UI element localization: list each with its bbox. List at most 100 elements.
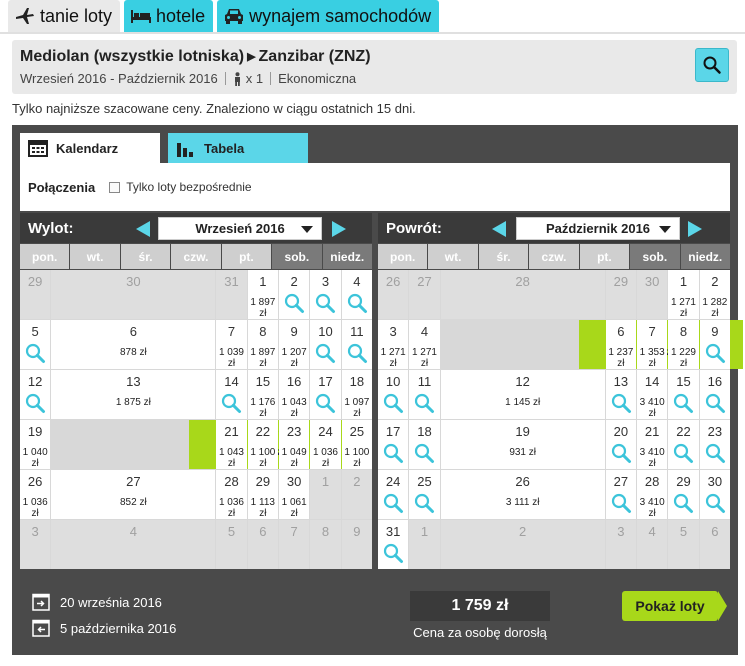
calendar-day[interactable]: 9 1 207 zł [279,320,310,369]
search-price-icon[interactable] [382,492,404,514]
calendar-day[interactable]: 14 3 410 zł [637,370,668,419]
departure-month-select[interactable]: Wrzesień 2016 [158,217,322,240]
calendar-day[interactable]: 12 [20,370,51,419]
calendar-day[interactable]: 23 1 049 zł [279,420,310,469]
calendar-day[interactable]: 26 1 036 zł [20,470,51,519]
direct-only-checkbox[interactable] [109,181,121,193]
calendar-day[interactable]: 8 1 229 zł [668,320,699,369]
search-button[interactable] [695,48,729,82]
search-price-icon[interactable] [24,392,46,414]
direct-only-label[interactable]: Tylko loty bezpośrednie [126,180,251,194]
calendar-day[interactable]: 21 3 410 zł [637,420,668,469]
calendar-day[interactable]: 25 [409,470,440,519]
search-price-icon[interactable] [704,342,726,364]
calendar-day[interactable]: 14 [216,370,247,419]
search-price-icon[interactable] [314,342,336,364]
calendar-day[interactable]: 28 3 410 zł [637,470,668,519]
calendar-day[interactable]: 1 1 897 zł [247,270,278,319]
calendar-day[interactable]: 17 [310,370,341,419]
tab-calendar[interactable]: Kalendarz [20,133,160,163]
search-price-icon[interactable] [413,492,435,514]
search-price-icon[interactable] [346,292,368,314]
search-price-icon[interactable] [672,392,694,414]
search-price-icon[interactable] [672,492,694,514]
search-price-icon[interactable] [314,292,336,314]
calendar-day[interactable]: 16 1 043 zł [279,370,310,419]
calendar-day[interactable]: 2 1 282 zł [699,270,730,319]
search-price-icon[interactable] [704,492,726,514]
calendar-day[interactable]: 25 1 100 zł [341,420,372,469]
calendar-day[interactable]: 3 [310,270,341,319]
calendar-day[interactable]: 5 [20,320,51,369]
calendar-day[interactable]: 31 [378,520,409,569]
calendar-day[interactable]: 26 3 111 zł [440,470,605,519]
calendar-day[interactable]: 13 1 875 zł [51,370,216,419]
calendar-day[interactable]: 7 1 353 zł [637,320,668,369]
calendar-day[interactable]: 19 1 040 zł [20,420,51,469]
show-flights-button[interactable]: Pokaż loty [622,591,727,621]
tab-flights[interactable]: tanie loty [8,0,121,32]
search-price-icon[interactable] [610,442,632,464]
calendar-day[interactable]: 10 [378,370,409,419]
next-month-arrow-icon[interactable] [332,221,346,237]
calendar-day[interactable]: 19 931 zł [440,420,605,469]
calendar-day[interactable]: 30 1 061 zł [279,470,310,519]
calendar-day[interactable]: 22 [668,420,699,469]
search-price-icon[interactable] [314,392,336,414]
calendar-day[interactable]: 6 878 zł [51,320,216,369]
calendar-day[interactable]: 13 [605,370,636,419]
search-price-icon[interactable] [346,342,368,364]
next-month-arrow-icon[interactable] [688,221,702,237]
calendar-day[interactable]: 18 [409,420,440,469]
calendar-day[interactable]: 22 1 100 zł [247,420,278,469]
search-price-icon[interactable] [382,442,404,464]
route[interactable]: Mediolan (wszystkie lotniska) ▶ Zanzibar (… [20,48,371,66]
calendar-day[interactable]: 12 1 145 zł [440,370,605,419]
search-price-icon[interactable] [672,442,694,464]
return-month-select[interactable]: Październik 2016 [516,217,680,240]
tab-hotels[interactable]: hotele [124,0,214,32]
calendar-day[interactable]: 17 [378,420,409,469]
calendar-day[interactable]: 15 [668,370,699,419]
search-price-icon[interactable] [413,442,435,464]
calendar-day[interactable]: 24 1 036 zł [310,420,341,469]
calendar-day[interactable]: 4 [341,270,372,319]
calendar-day[interactable]: 2 [279,270,310,319]
calendar-day[interactable]: 3 1 271 zł [378,320,409,369]
calendar-day[interactable]: 1 1 271 zł [668,270,699,319]
calendar-day[interactable]: 27 [605,470,636,519]
calendar-day[interactable]: 15 1 176 zł [247,370,278,419]
calendar-day[interactable]: 10 [310,320,341,369]
calendar-day[interactable]: 16 [699,370,730,419]
tab-table[interactable]: Tabela [168,133,308,163]
search-price-icon[interactable] [220,392,242,414]
search-price-icon[interactable] [382,542,404,564]
calendar-day[interactable]: 23 [699,420,730,469]
calendar-day[interactable]: 29 [668,470,699,519]
prev-month-arrow-icon[interactable] [492,221,506,237]
calendar-day[interactable]: 7 1 039 zł [216,320,247,369]
calendar-day[interactable]: 27 852 zł [51,470,216,519]
search-price-icon[interactable] [382,392,404,414]
prev-month-arrow-icon[interactable] [136,221,150,237]
calendar-day[interactable]: 30 [699,470,730,519]
calendar-day[interactable]: 11 [341,320,372,369]
calendar-day[interactable]: 28 1 036 zł [216,470,247,519]
search-price-icon[interactable] [413,392,435,414]
calendar-day[interactable]: 20 [605,420,636,469]
calendar-day[interactable]: 18 1 097 zł [341,370,372,419]
search-price-icon[interactable] [610,392,632,414]
calendar-day[interactable]: 6 1 237 zł [605,320,636,369]
calendar-day[interactable]: 9 [699,320,730,369]
tab-car-rental[interactable]: wynajem samochodów [217,0,440,32]
search-price-icon[interactable] [704,442,726,464]
search-price-icon[interactable] [24,342,46,364]
calendar-day[interactable]: 29 1 113 zł [247,470,278,519]
calendar-day[interactable]: 4 1 271 zł [409,320,440,369]
calendar-day[interactable]: 24 [378,470,409,519]
calendar-day[interactable]: 11 [409,370,440,419]
calendar-day[interactable]: 21 1 043 zł [216,420,247,469]
search-price-icon[interactable] [610,492,632,514]
search-price-icon[interactable] [704,392,726,414]
search-price-icon[interactable] [283,292,305,314]
